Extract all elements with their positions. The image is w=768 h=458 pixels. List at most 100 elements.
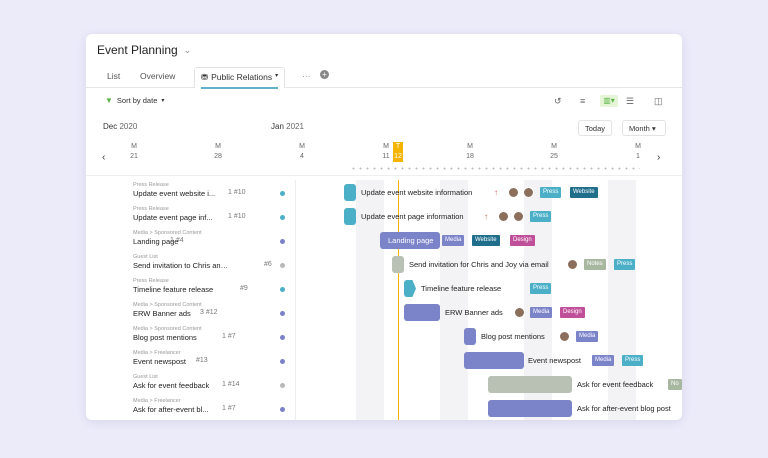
gantt-bar-label: Landing page [388,236,434,245]
today-button[interactable]: Today [578,120,613,136]
task-path: Press Release [133,182,169,188]
zoom-label: Month [629,124,650,133]
task-row[interactable]: Press Release Update event page inf... 1 #… [86,204,296,228]
gantt-bar[interactable] [344,208,356,225]
day-col: M4 [299,143,305,160]
task-name: Ask for event feedback [133,381,210,390]
undo-icon[interactable]: ↺ [554,96,562,107]
gantt-bar[interactable] [464,328,476,345]
zoom-select[interactable]: Month ▾ [622,120,666,136]
task-path: Press Release [133,206,169,212]
task-path: Guest List [133,254,158,260]
task-row[interactable]: Guest ListSend invitation to Chris and J… [86,252,296,276]
day-col: M 28 [214,143,222,160]
task-name: Event newspost [133,357,186,366]
task-path: Guest List [133,374,158,380]
task-meta: #6 [264,261,272,268]
gantt-bar[interactable] [464,352,524,369]
status-dot [280,263,285,268]
list-view-icon[interactable]: ≡ [580,96,585,106]
day-col: M 25 [550,143,558,160]
task-name: Ask for after-event bl... [133,405,209,414]
gantt-view-icon[interactable]: ▥▾ [600,95,618,107]
task-path: Media > Freelancer [133,398,181,404]
gantt-bar-label: Update event website information [361,188,473,197]
day-col: M1 [635,143,641,160]
status-dot [280,311,285,316]
project-title[interactable]: Event Planning ⌄ [97,43,191,57]
task-name: Update event website i... [133,189,216,198]
task-path: Media > Sponsored Content [133,326,202,332]
chevron-down-icon[interactable]: ⌄ [184,45,192,56]
task-name: ERW Banner ads [133,309,191,318]
tag-label: Website [570,187,598,198]
task-row[interactable]: Press Release Timeline feature release #9 [86,276,296,300]
status-dot [280,287,285,292]
tag-label: Website [472,235,500,246]
status-dot [280,215,285,220]
gantt-bar[interactable] [488,400,572,417]
priority-up-icon: ↑ [494,188,498,197]
tab-list[interactable]: List [107,71,120,81]
task-path: Media > Freelancer [133,350,181,356]
task-meta: 1 #4 [170,237,184,244]
task-row[interactable]: Media > Sponsored Content ERW Banner ads 3… [86,300,296,324]
task-row[interactable]: Press Release Update event website i... 1 … [86,180,296,204]
avatar [514,307,525,318]
tag-label: Media [592,355,615,366]
date-row: ‹ M 21 M 28 M4 M 11 T 12 M 18 M 25 M1 › [86,142,682,176]
tag-label: No [668,379,682,390]
tab-public-relations[interactable]: ⛃ Public Relations ▾ [194,67,286,89]
task-name: Blog post mentions [133,333,197,342]
prev-arrow-icon[interactable]: ‹ [102,152,105,163]
gantt-bar[interactable] [392,256,404,273]
gantt-bar[interactable] [344,184,356,201]
task-meta: #9 [240,285,248,292]
task-meta: 1 #14 [222,381,240,388]
indent-icon[interactable]: ☰ [626,96,634,107]
tab-public-relations-label: Public Relations [211,72,273,82]
chevron-down-icon: ▾ [161,98,165,104]
priority-up-icon: ↑ [484,212,488,221]
status-dot [280,359,285,364]
filter-icon: ▼ [105,96,113,105]
status-dot [280,407,285,412]
month-dec: Dec 2020 [103,122,138,131]
gantt-chart: Update event website information ↑ Press We… [296,180,682,420]
sort-button[interactable]: ▼ Sort by date ▾ [105,96,164,105]
task-row[interactable]: Media > Sponsored Content Landing page 1 #… [86,228,296,252]
tab-overview[interactable]: Overview [140,71,175,81]
tag-label: Press [530,211,552,222]
task-meta: #13 [196,357,208,364]
status-dot [280,239,285,244]
gantt-bar[interactable] [404,280,416,297]
tag-label: Design [510,235,535,246]
task-name: Send invitation to Chris and Joy ... [133,261,229,270]
next-arrow-icon[interactable]: › [657,152,660,163]
task-row[interactable]: Media > Freelancer Event newspost #13 [86,348,296,372]
gantt-bar[interactable] [404,304,440,321]
today-marker: T 12 [393,142,403,162]
more-icon[interactable]: ··· [302,71,311,81]
gantt-bar-label: Send invitation for Chris and Joy via em… [409,260,549,269]
gantt-bar-label: Blog post mentions [481,332,545,341]
month-jan: Jan 2021 [271,122,304,131]
status-dot [280,335,285,340]
task-meta: 1 #10 [228,189,246,196]
tag-label: Press [530,283,552,294]
panel-icon[interactable]: ◫ [654,96,663,107]
gantt-bar[interactable] [488,376,572,393]
avatar [559,331,570,342]
gantt-bar-label: ERW Banner ads [445,308,503,317]
tag-label: Press [614,259,636,270]
task-name: Update event page inf... [133,213,213,222]
day-dots [350,167,640,170]
task-row[interactable]: Media > Sponsored Content Blog post menti… [86,324,296,348]
status-dot [280,383,285,388]
task-row[interactable]: Media > Freelancer Ask for after-event bl… [86,396,296,420]
avatar [513,211,524,222]
add-tab-icon[interactable]: + [320,70,329,79]
tag-label: Press [540,187,562,198]
task-row[interactable]: Guest List Ask for event feedback 1 #14 [86,372,296,396]
avatar [508,187,519,198]
